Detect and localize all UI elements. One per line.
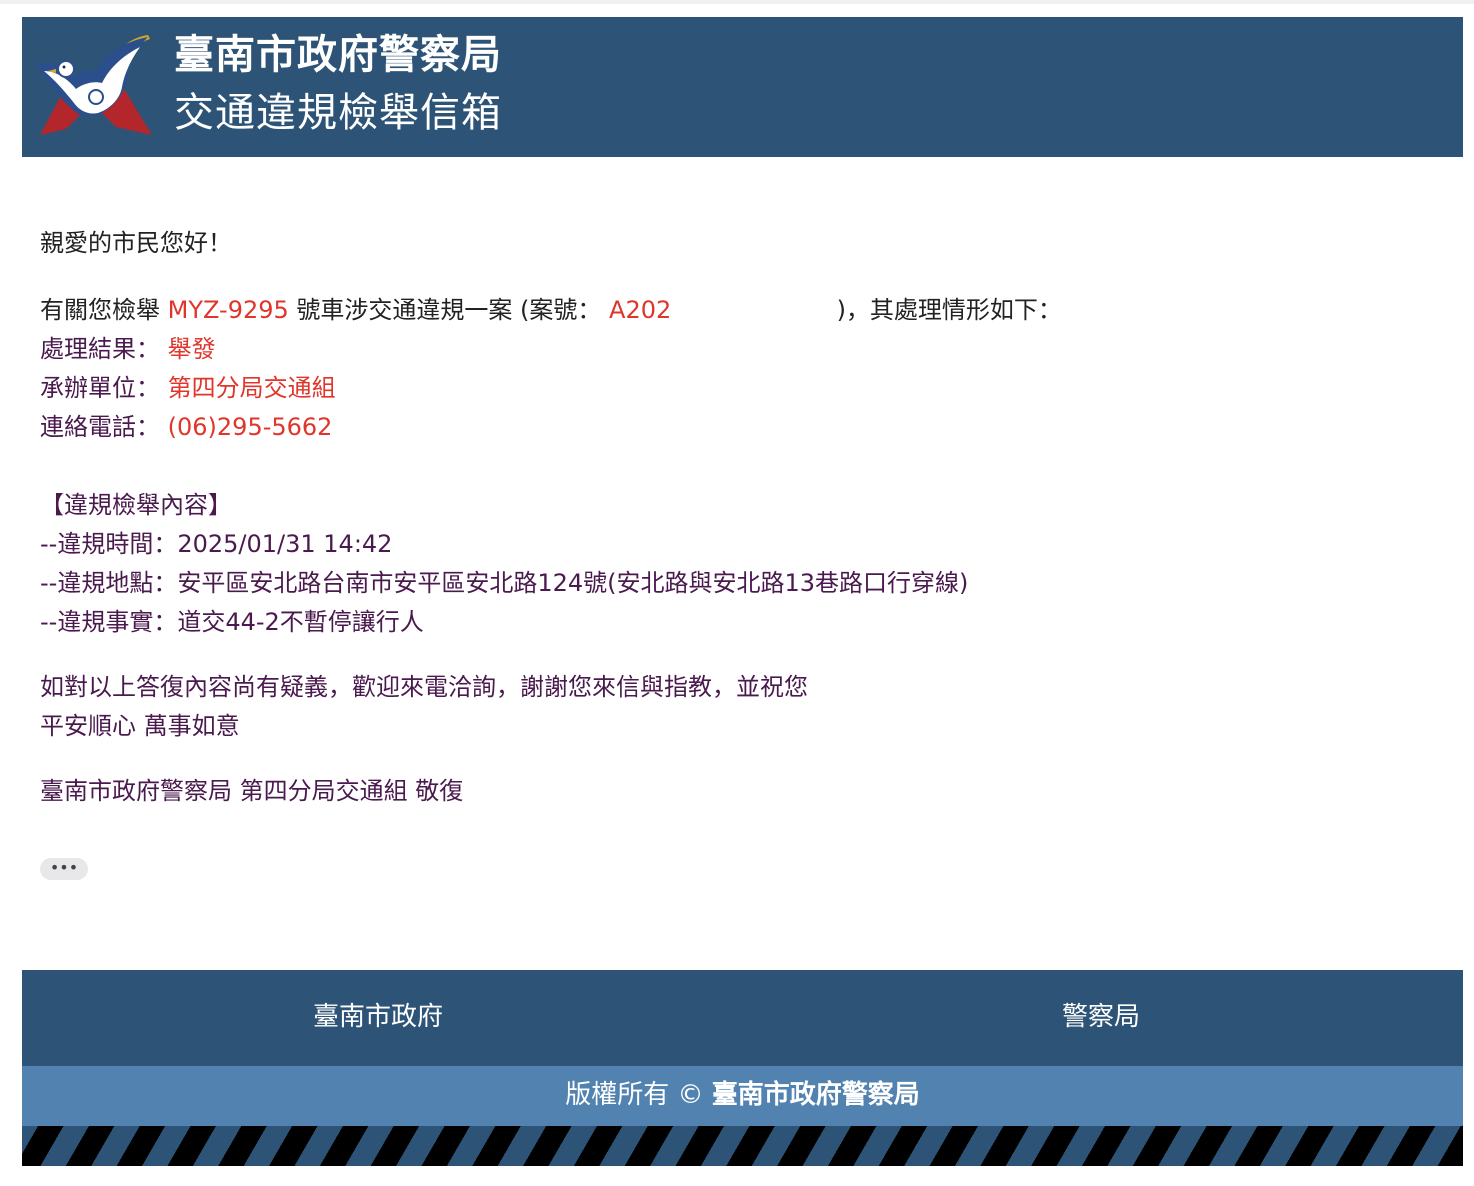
phone-label: 連絡電話： (40, 413, 160, 441)
intro-prefix: 有關您檢舉 (40, 296, 160, 324)
violation-fact: --違規事實：道交44-2不暫停讓行人 (40, 605, 424, 639)
intro-line: 有關您檢舉 MYZ-9295 號車涉交通違規一案 (案號： A202 )，其處理… (40, 293, 1062, 327)
footer-link-police[interactable]: 警察局 (1062, 1000, 1140, 1034)
phone-line: 連絡電話： (06)295-5662 (40, 410, 332, 444)
time-value: 2025/01/31 14:42 (177, 530, 393, 558)
unit-line: 承辦單位： 第四分局交通組 (40, 371, 336, 405)
fact-label: --違規事實： (40, 608, 178, 636)
closing-line-2: 平安順心 萬事如意 (40, 712, 240, 740)
unit-label: 承辦單位： (40, 374, 160, 402)
intro-suffix: )，其處理情形如下： (836, 296, 1062, 324)
police-dove-emblem-icon (36, 35, 152, 135)
place-value: 安平區安北路台南市安平區安北路124號(安北路與安北路13巷路口行穿線) (177, 569, 969, 597)
case-number: A202 (609, 296, 672, 324)
decorative-stripe-bar (22, 1126, 1463, 1166)
violation-place: --違規地點：安平區安北路台南市安平區安北路124號(安北路與安北路13巷路口行… (40, 566, 968, 600)
unit-value: 第四分局交通組 (167, 374, 336, 402)
result-value: 舉發 (167, 335, 216, 363)
copyright-prefix: 版權所有 © (565, 1080, 712, 1110)
copyright-bar: 版權所有 © 臺南市政府警察局 (22, 1066, 1463, 1126)
place-label: --違規地點： (40, 569, 178, 597)
footer-link-city-government[interactable]: 臺南市政府 (313, 1000, 443, 1034)
phone-value: (06)295-5662 (167, 413, 333, 441)
plate-number: MYZ-9295 (167, 296, 289, 324)
signature: 臺南市政府警察局 第四分局交通組 敬復 (40, 777, 464, 805)
site-title-sub: 交通違規檢舉信箱 (174, 90, 502, 136)
section-title: 【違規檢舉內容】 (40, 491, 232, 519)
show-more-button[interactable]: ••• (40, 858, 88, 880)
violation-time: --違規時間：2025/01/31 14:42 (40, 527, 392, 561)
result-line: 處理結果： 舉發 (40, 332, 216, 366)
time-label: --違規時間： (40, 530, 178, 558)
site-header: 臺南市政府警察局 交通違規檢舉信箱 (22, 17, 1463, 157)
copyright-org: 臺南市政府警察局 (711, 1080, 920, 1110)
top-border (0, 0, 1474, 4)
footer-nav: 臺南市政府 警察局 (22, 970, 1463, 1066)
closing-line-1: 如對以上答復內容尚有疑義，歡迎來電洽詢，謝謝您來信與指教，並祝您 (40, 673, 808, 701)
intro-middle: 號車涉交通違規一案 (案號： (296, 296, 602, 324)
greeting: 親愛的市民您好！ (40, 229, 232, 257)
result-label: 處理結果： (40, 335, 160, 363)
site-title-main: 臺南市政府警察局 (174, 32, 502, 78)
fact-value: 道交44-2不暫停讓行人 (177, 608, 424, 636)
